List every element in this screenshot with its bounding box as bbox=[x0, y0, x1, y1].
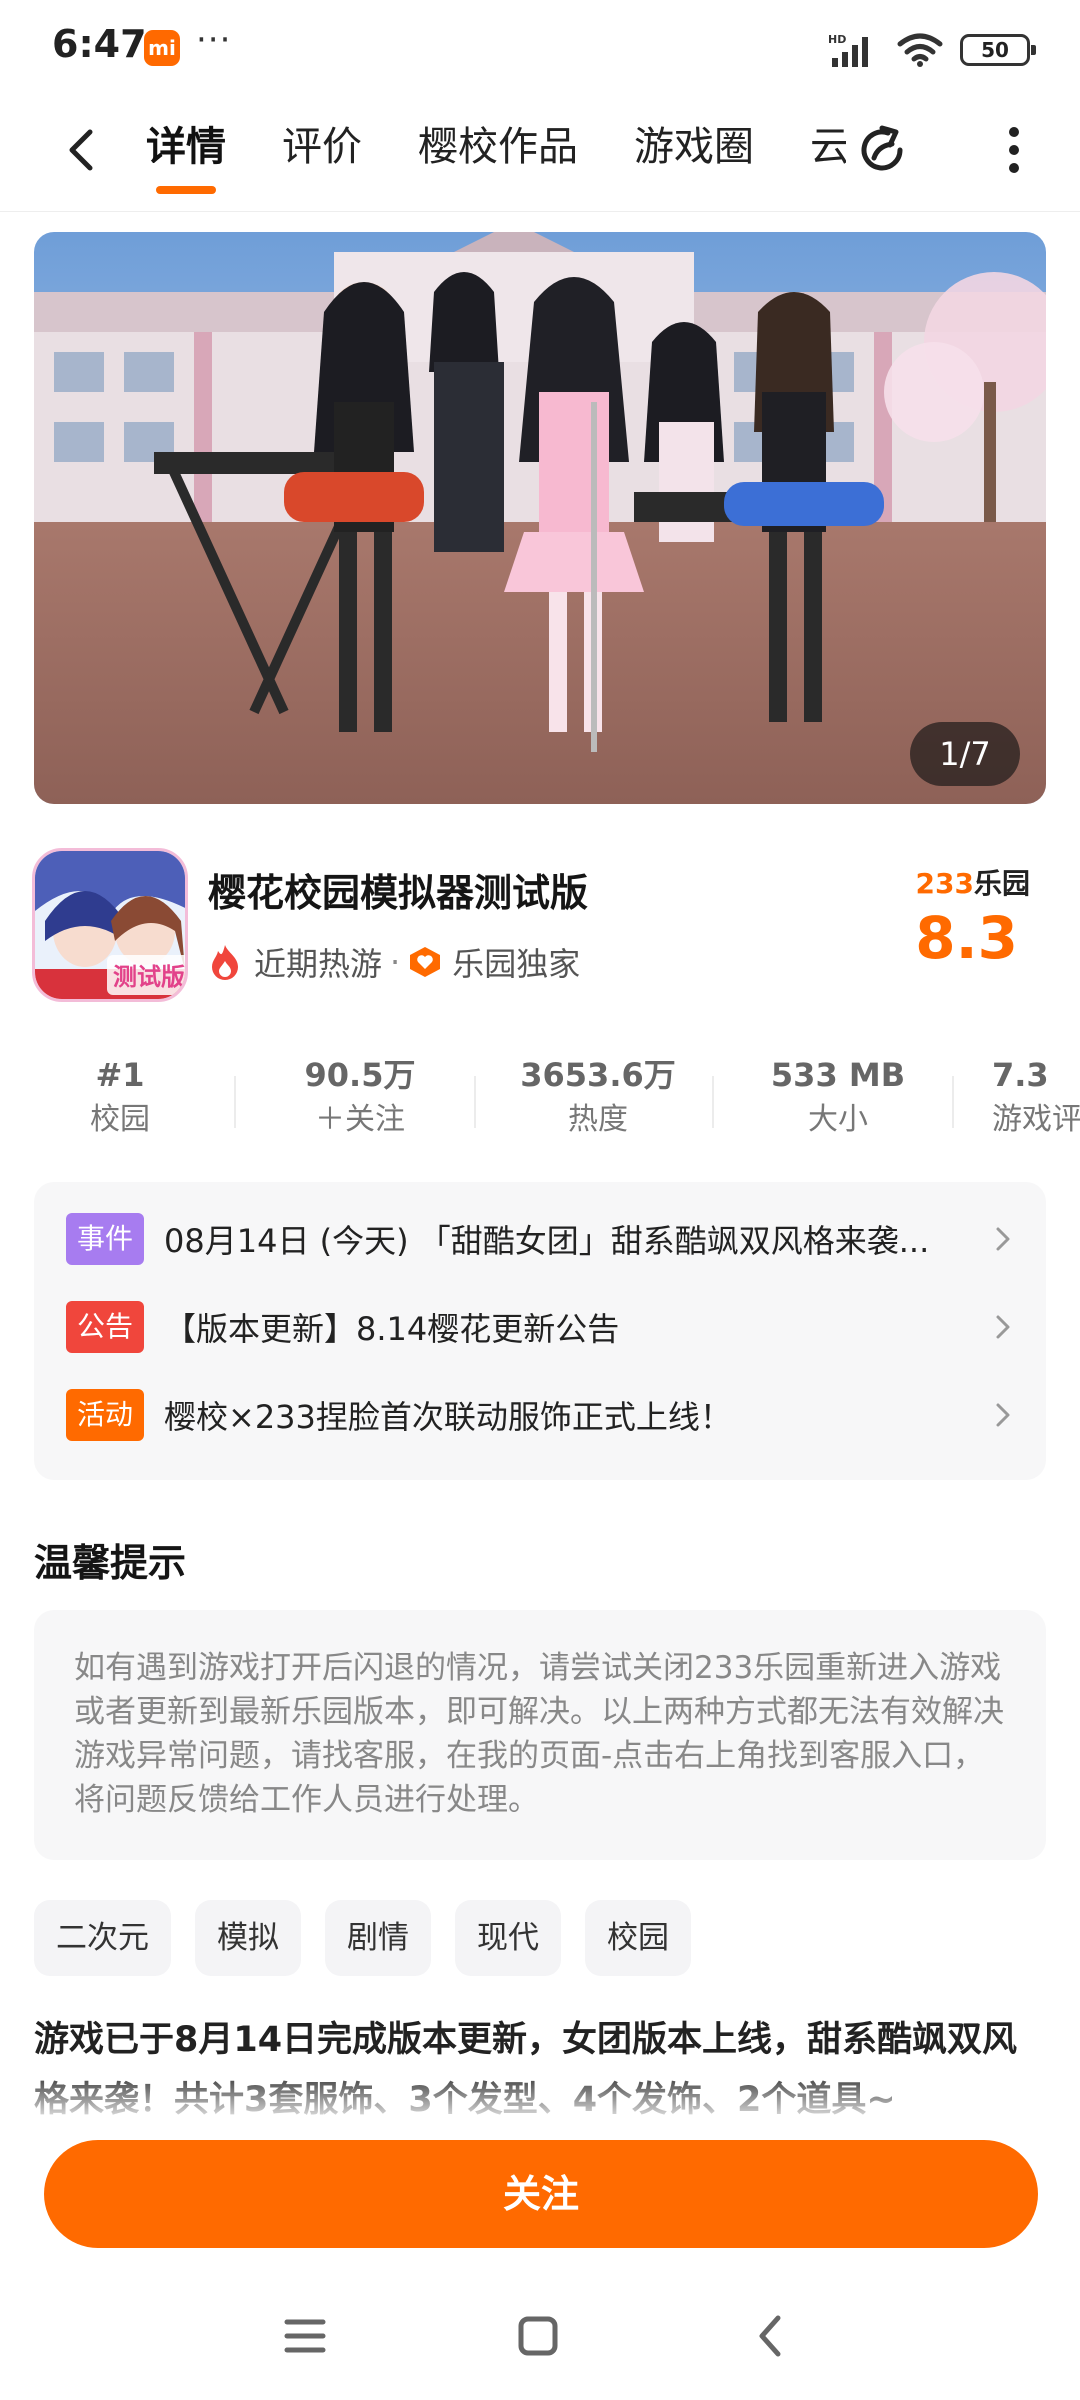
tag-chip[interactable]: 模拟 bbox=[195, 1900, 301, 1976]
announcement-badge: 公告 bbox=[66, 1301, 144, 1353]
status-bar: 6:47 mi ··· HD 50 bbox=[0, 0, 1080, 100]
top-nav-bar: 详情 评价 樱校作品 游戏圈云 bbox=[0, 100, 1080, 212]
stat-size: 533 MB 大小 bbox=[728, 1052, 948, 1142]
tab-game-circle[interactable]: 游戏圈 bbox=[634, 100, 754, 194]
hot-tag-label: 近期热游 bbox=[254, 945, 383, 983]
network-type-label: HD bbox=[828, 33, 846, 46]
more-notifications-icon: ··· bbox=[196, 20, 232, 60]
system-navigation-bar bbox=[0, 2280, 1080, 2400]
notice-activity-text: 樱校×233捏脸首次联动服饰正式上线！ bbox=[164, 1398, 732, 1436]
tab-reviews[interactable]: 评价 bbox=[282, 100, 362, 194]
app-title: 樱花校园模拟器测试版 bbox=[208, 871, 589, 915]
more-vertical-icon[interactable] bbox=[994, 118, 1034, 182]
stat-followers[interactable]: 90.5万 ＋关注 bbox=[250, 1052, 470, 1142]
stat-rating-value: 7.3 bbox=[992, 1056, 1049, 1094]
screenshot-carousel[interactable]: 1/7 bbox=[34, 232, 1046, 804]
game-screenshot-image bbox=[34, 232, 1046, 804]
heart-badge-icon bbox=[410, 947, 441, 977]
tips-body: 如有遇到游戏打开后闪退的情况，请尝试关闭233乐园重新进入游戏或者更新到最新乐园… bbox=[74, 1650, 1004, 1818]
menu-icon[interactable] bbox=[275, 2306, 335, 2366]
chevron-right-icon bbox=[996, 1315, 1010, 1339]
app-tags: 近期热游 · 乐园独家 bbox=[208, 938, 580, 986]
wifi-icon bbox=[897, 33, 943, 67]
stat-followers-label: ＋关注 bbox=[315, 1102, 405, 1137]
stat-followers-value: 90.5万 bbox=[304, 1056, 416, 1094]
stat-size-value: 533 MB bbox=[770, 1056, 906, 1094]
stats-row: #1 校园 90.5万 ＋关注 3653.6万 热度 533 MB 大小 7.3… bbox=[0, 1052, 1080, 1152]
app-score: 8.3 bbox=[915, 904, 1018, 972]
fire-icon bbox=[212, 945, 238, 980]
notice-event[interactable]: 事件 08月14日 (今天) 「甜酷女团」甜系酷飒双风格来袭... bbox=[66, 1212, 1026, 1266]
back-arrow-icon[interactable] bbox=[52, 120, 112, 180]
notice-announcement-text: 【版本更新】8.14樱花更新公告 bbox=[164, 1310, 620, 1348]
share-icon[interactable] bbox=[852, 120, 912, 180]
stat-heat-label: 热度 bbox=[568, 1102, 628, 1137]
chevron-right-icon bbox=[996, 1403, 1010, 1427]
signal-icon: HD bbox=[828, 33, 868, 67]
tab-details[interactable]: 详情 bbox=[146, 100, 226, 194]
stat-rank-label: 校园 bbox=[90, 1102, 150, 1137]
stat-divider bbox=[952, 1076, 954, 1128]
score-brand-text: 乐园 bbox=[973, 867, 1030, 900]
tag-chip[interactable]: 现代 bbox=[455, 1900, 561, 1976]
tag-chip[interactable]: 校园 bbox=[585, 1900, 691, 1976]
tag-chip[interactable]: 二次元 bbox=[34, 1900, 171, 1976]
tips-heading: 温馨提示 bbox=[34, 1541, 187, 1585]
stat-size-label: 大小 bbox=[808, 1102, 868, 1137]
event-badge: 事件 bbox=[66, 1213, 144, 1265]
stat-rating[interactable]: 7.3 游戏评 bbox=[960, 1052, 1080, 1142]
tab-works[interactable]: 樱校作品 bbox=[418, 100, 578, 194]
exclusive-tag-label: 乐园独家 bbox=[452, 945, 581, 983]
notice-panel: 事件 08月14日 (今天) 「甜酷女团」甜系酷飒双风格来袭... 公告 【版本… bbox=[34, 1182, 1046, 1480]
tips-box: 如有遇到游戏打开后闪退的情况，请尝试关闭233乐园重新进入游戏或者更新到最新乐园… bbox=[34, 1610, 1046, 1860]
back-icon[interactable] bbox=[742, 2306, 802, 2366]
status-time: 6:47 bbox=[52, 22, 147, 66]
stat-heat: 3653.6万 热度 bbox=[488, 1052, 708, 1142]
score-brand-logo: 233乐园 bbox=[916, 862, 1030, 902]
carousel-counter: 1/7 bbox=[910, 722, 1020, 786]
genre-tags: 二次元 模拟 剧情 现代 校园 bbox=[34, 1900, 691, 1976]
stat-rank[interactable]: #1 校园 bbox=[10, 1052, 230, 1142]
notice-event-text: 08月14日 (今天) 「甜酷女团」甜系酷飒双风格来袭... bbox=[164, 1222, 930, 1260]
app-icon-label: 测试版 bbox=[113, 963, 185, 991]
stat-rank-value: #1 bbox=[95, 1056, 145, 1094]
stat-divider bbox=[474, 1076, 476, 1128]
activity-badge: 活动 bbox=[66, 1389, 144, 1441]
detail-tabs: 详情 评价 樱校作品 游戏圈云 bbox=[146, 100, 846, 212]
stat-divider bbox=[234, 1076, 236, 1128]
battery-icon: 50 bbox=[960, 34, 1036, 66]
notice-activity[interactable]: 活动 樱校×233捏脸首次联动服饰正式上线！ bbox=[66, 1388, 1026, 1442]
chevron-right-icon bbox=[996, 1227, 1010, 1251]
stat-heat-value: 3653.6万 bbox=[520, 1056, 676, 1094]
stat-divider bbox=[712, 1076, 714, 1128]
home-icon[interactable] bbox=[508, 2306, 568, 2366]
tag-chip[interactable]: 剧情 bbox=[325, 1900, 431, 1976]
tab-cloud[interactable]: 云 bbox=[810, 100, 846, 194]
mi-notification-icon: mi bbox=[144, 30, 180, 66]
app-icon: 测试版 bbox=[32, 848, 188, 1002]
stat-rating-label: 游戏评 bbox=[992, 1102, 1080, 1137]
description-fade bbox=[0, 2068, 1080, 2118]
tag-separator: · bbox=[390, 943, 401, 981]
score-brand-number: 233 bbox=[915, 867, 974, 900]
follow-button[interactable]: 关注 bbox=[44, 2140, 1038, 2248]
status-icons: HD 50 bbox=[828, 30, 1036, 70]
notice-announcement[interactable]: 公告 【版本更新】8.14樱花更新公告 bbox=[66, 1300, 1026, 1354]
